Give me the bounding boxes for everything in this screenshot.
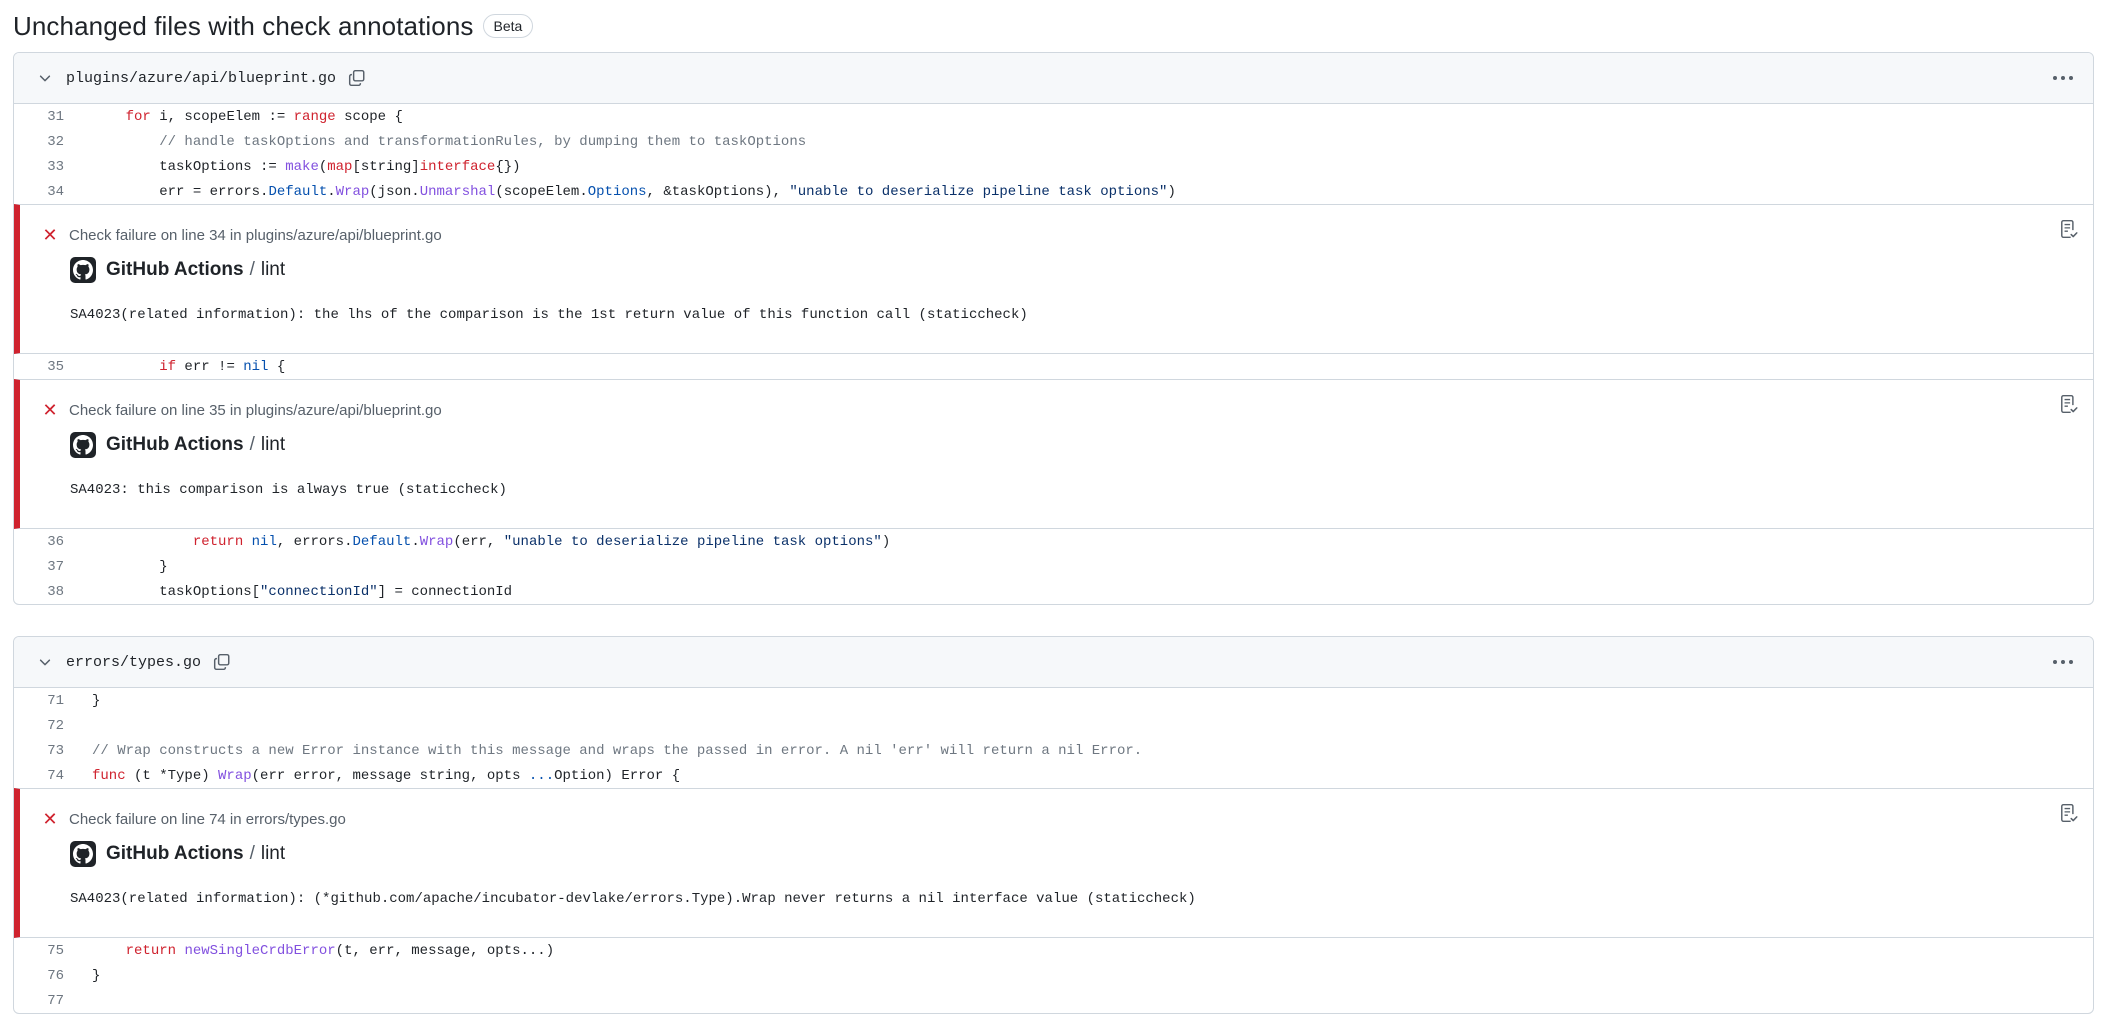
code-line: 34 err = errors.Default.Wrap(json.Unmars… — [14, 179, 2093, 204]
code-line: 77 — [14, 988, 2093, 1013]
annotation-source: GitHub Actions / lint — [70, 841, 285, 867]
annotation-separator: / — [249, 843, 255, 864]
chevron-down-icon[interactable] — [34, 651, 56, 673]
file-check-icon[interactable] — [2057, 801, 2081, 825]
annotation-message: SA4023: this comparison is always true (… — [70, 482, 507, 498]
code-line: 33 taskOptions := make(map[string]interf… — [14, 154, 2093, 179]
annotation-title: ✕ Check failure on line 34 in plugins/az… — [40, 225, 442, 246]
code-text: // Wrap constructs a new Error instance … — [92, 742, 1143, 759]
chevron-down-icon[interactable] — [34, 67, 56, 89]
file-header: errors/types.go — [14, 637, 2093, 688]
code-line: 73 // Wrap constructs a new Error instan… — [14, 738, 2093, 763]
code-text: // handle taskOptions and transformation… — [159, 133, 807, 150]
annotation-source: GitHub Actions / lint — [70, 432, 285, 458]
x-icon: ✕ — [42, 225, 58, 245]
code-line: 31 for i, scopeElem := range scope { — [14, 104, 2093, 129]
annotation-title: ✕ Check failure on line 35 in plugins/az… — [40, 400, 442, 421]
file-types-go: errors/types.go 71 } 72 73 // Wrap const… — [13, 636, 2094, 1014]
file-blueprint-go: plugins/azure/api/blueprint.go 31 for i,… — [13, 52, 2094, 605]
file-name[interactable]: plugins/azure/api/blueprint.go — [66, 70, 336, 87]
annotation-message: SA4023(related information): (*github.co… — [70, 891, 1196, 907]
code-line: 37 } — [14, 554, 2093, 579]
annotation-app-name[interactable]: GitHub Actions — [106, 843, 244, 865]
page: Unchanged files with check annotations B… — [0, 0, 2105, 1022]
code-text: } — [92, 558, 168, 575]
code-line: 72 — [14, 713, 2093, 738]
code-text: if err != nil { — [159, 358, 286, 375]
code-text: return nil, errors.Default.Wrap(err, "un… — [192, 533, 891, 550]
annotation-title-text: Check failure on line 74 in errors/types… — [69, 811, 346, 828]
annotation-app-name[interactable]: GitHub Actions — [106, 434, 244, 456]
annotation-source: GitHub Actions / lint — [70, 257, 285, 283]
code-line: 74 func (t *Type) Wrap(err error, messag… — [14, 763, 2093, 788]
file-check-icon[interactable] — [2057, 392, 2081, 416]
line-number[interactable]: 71 — [14, 693, 64, 709]
line-number[interactable]: 73 — [14, 743, 64, 759]
code-text: err = errors.Default.Wrap(json.Unmarshal… — [92, 183, 1176, 200]
code-line: 71 } — [14, 688, 2093, 713]
line-number[interactable]: 31 — [14, 109, 64, 125]
x-icon: ✕ — [42, 809, 58, 829]
kebab-horizontal-icon[interactable] — [2051, 651, 2075, 673]
annotation-job-name: lint — [260, 434, 286, 455]
line-number[interactable]: 36 — [14, 534, 64, 550]
line-number[interactable]: 75 — [14, 943, 64, 959]
annotation-separator: / — [249, 259, 255, 280]
check-annotation: ✕ Check failure on line 74 in errors/typ… — [14, 788, 2093, 938]
annotation-separator: / — [249, 434, 255, 455]
section-heading: Unchanged files with check annotations B… — [13, 6, 534, 46]
line-number[interactable]: 34 — [14, 184, 64, 200]
file-name[interactable]: errors/types.go — [66, 654, 201, 671]
code-line: 76 } — [14, 963, 2093, 988]
line-number[interactable]: 35 — [14, 359, 64, 375]
code-text: } — [92, 967, 101, 984]
annotation-title-text: Check failure on line 34 in plugins/azur… — [69, 227, 442, 244]
code-text: taskOptions["connectionId"] = connection… — [92, 583, 513, 600]
check-annotation: ✕ Check failure on line 34 in plugins/az… — [14, 204, 2093, 354]
line-number[interactable]: 74 — [14, 768, 64, 784]
check-annotation: ✕ Check failure on line 35 in plugins/az… — [14, 379, 2093, 529]
annotation-job-name: lint — [260, 843, 286, 864]
github-logo-icon — [70, 841, 96, 867]
file-check-icon[interactable] — [2057, 217, 2081, 241]
line-number[interactable]: 77 — [14, 993, 64, 1009]
annotation-message: SA4023(related information): the lhs of … — [70, 307, 1028, 323]
annotation-title: ✕ Check failure on line 74 in errors/typ… — [40, 809, 346, 830]
code-text: for i, scopeElem := range scope { — [125, 108, 403, 125]
beta-badge: Beta — [482, 14, 534, 38]
line-number[interactable]: 76 — [14, 968, 64, 984]
code-text: } — [92, 692, 101, 709]
code-text: return newSingleCrdbError(t, err, messag… — [125, 942, 555, 959]
code-line: 35 if err != nil { — [14, 354, 2093, 379]
line-number[interactable]: 32 — [14, 134, 64, 150]
copy-icon[interactable] — [346, 67, 368, 89]
annotation-app-name[interactable]: GitHub Actions — [106, 259, 244, 281]
line-number[interactable]: 72 — [14, 718, 64, 734]
code-text: taskOptions := make(map[string]interface… — [92, 158, 521, 175]
page-title: Unchanged files with check annotations — [13, 10, 474, 41]
code-line: 38 taskOptions["connectionId"] = connect… — [14, 579, 2093, 604]
code-line: 32 // handle taskOptions and transformat… — [14, 129, 2093, 154]
file-header: plugins/azure/api/blueprint.go — [14, 53, 2093, 104]
copy-icon[interactable] — [211, 651, 233, 673]
github-logo-icon — [70, 432, 96, 458]
code-text: func (t *Type) Wrap(err error, message s… — [92, 767, 681, 784]
line-number[interactable]: 38 — [14, 584, 64, 600]
code-line: 36 return nil, errors.Default.Wrap(err, … — [14, 529, 2093, 554]
line-number[interactable]: 33 — [14, 159, 64, 175]
annotation-job-name: lint — [260, 259, 286, 280]
kebab-horizontal-icon[interactable] — [2051, 67, 2075, 89]
x-icon: ✕ — [42, 400, 58, 420]
github-logo-icon — [70, 257, 96, 283]
annotation-title-text: Check failure on line 35 in plugins/azur… — [69, 402, 442, 419]
line-number[interactable]: 37 — [14, 559, 64, 575]
code-line: 75 return newSingleCrdbError(t, err, mes… — [14, 938, 2093, 963]
